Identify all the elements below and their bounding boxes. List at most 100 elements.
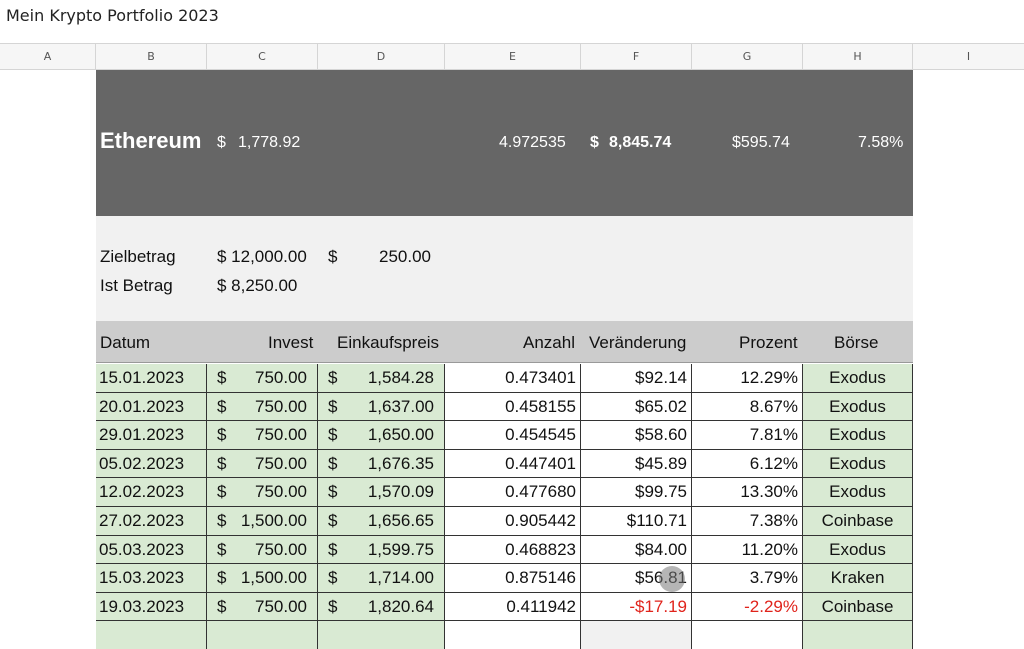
column-header-e[interactable]: E: [445, 44, 581, 70]
exchange-cell[interactable]: Kraken: [803, 564, 913, 592]
invest-cell[interactable]: $750.00: [207, 364, 318, 392]
percent-cell[interactable]: 8.67%: [692, 392, 803, 421]
date-cell[interactable]: 15.01.2023: [96, 364, 207, 392]
table-row: [96, 621, 913, 649]
quantity-cell[interactable]: 0.458155: [445, 392, 581, 421]
invest-cell[interactable]: $750.00: [207, 592, 318, 621]
currency-symbol: $: [217, 596, 227, 616]
column-header-a[interactable]: A: [0, 44, 96, 70]
buy-price-cell[interactable]: $1,714.00: [318, 564, 445, 592]
date-cell[interactable]: 27.02.2023: [96, 506, 207, 535]
goal-section[interactable]: Zielbetrag $ 12,000.00 $ 250.00 Ist Betr…: [96, 216, 913, 321]
buy-price-cell[interactable]: $1,599.75: [318, 535, 445, 564]
exchange-cell[interactable]: Exodus: [803, 421, 913, 449]
column-header-c[interactable]: C: [207, 44, 318, 70]
exchange-cell[interactable]: [803, 621, 913, 649]
total-gain: $595.74: [732, 134, 790, 151]
coin-name: Ethereum: [100, 128, 202, 153]
invest-cell[interactable]: [207, 621, 318, 649]
date-cell[interactable]: 05.02.2023: [96, 449, 207, 478]
quantity-cell[interactable]: 0.875146: [445, 564, 581, 592]
date-cell[interactable]: [96, 621, 207, 649]
coin-summary-banner[interactable]: Ethereum $ 1,778.92 4.972535 $ 8,845.74 …: [96, 70, 913, 216]
change-cell[interactable]: $65.02: [581, 392, 692, 421]
percent-cell[interactable]: 7.81%: [692, 421, 803, 449]
invest-cell[interactable]: $750.00: [207, 478, 318, 506]
change-cell[interactable]: $110.71: [581, 506, 692, 535]
change-cell[interactable]: $92.14: [581, 364, 692, 392]
exchange-cell[interactable]: Exodus: [803, 364, 913, 392]
invest-cell[interactable]: $750.00: [207, 535, 318, 564]
percent-cell[interactable]: 7.38%: [692, 506, 803, 535]
change-cell[interactable]: -$17.19: [581, 592, 692, 621]
column-header-b[interactable]: B: [96, 44, 207, 70]
quantity-cell[interactable]: 0.447401: [445, 449, 581, 478]
percent-cell[interactable]: 13.30%: [692, 478, 803, 506]
date-cell[interactable]: 05.03.2023: [96, 535, 207, 564]
percent-cell[interactable]: [692, 621, 803, 649]
date-cell[interactable]: 29.01.2023: [96, 421, 207, 449]
quantity-cell[interactable]: 0.468823: [445, 535, 581, 564]
table-row: 05.03.2023 $750.00 $1,599.75 0.468823 $84.00…: [96, 535, 913, 565]
exchange-cell[interactable]: Exodus: [803, 535, 913, 564]
percent-cell[interactable]: -2.29%: [692, 592, 803, 621]
exchange-cell[interactable]: Exodus: [803, 478, 913, 506]
exchange-cell[interactable]: Exodus: [803, 392, 913, 421]
column-header-d[interactable]: D: [318, 44, 445, 70]
quantity-cell[interactable]: 0.473401: [445, 364, 581, 392]
currency-symbol: $: [328, 453, 338, 473]
percent-cell[interactable]: 3.79%: [692, 564, 803, 592]
quantity-cell[interactable]: 0.454545: [445, 421, 581, 449]
quantity-cell[interactable]: 0.905442: [445, 506, 581, 535]
exchange-cell[interactable]: Coinbase: [803, 506, 913, 535]
quantity-cell[interactable]: 0.411942: [445, 592, 581, 621]
date-cell[interactable]: 12.02.2023: [96, 478, 207, 506]
buy-price-cell[interactable]: $1,820.64: [318, 592, 445, 621]
date-cell[interactable]: 15.03.2023: [96, 564, 207, 592]
currency-symbol: $: [328, 539, 338, 559]
quantity-cell[interactable]: 0.477680: [445, 478, 581, 506]
table-row: 27.02.2023 $1,500.00 $1,656.65 0.905442 $110…: [96, 506, 913, 536]
date-cell[interactable]: 20.01.2023: [96, 392, 207, 421]
change-cell[interactable]: [581, 621, 692, 649]
invest-cell[interactable]: $750.00: [207, 449, 318, 478]
change-cell[interactable]: $99.75: [581, 478, 692, 506]
target-label: Zielbetrag: [100, 247, 176, 266]
actual-label: Ist Betrag: [100, 276, 173, 295]
invest-cell[interactable]: $1,500.00: [207, 506, 318, 535]
invest-cell[interactable]: $750.00: [207, 392, 318, 421]
monthly-currency: $: [328, 247, 338, 266]
change-cell[interactable]: $58.60: [581, 421, 692, 449]
percent-cell[interactable]: 11.20%: [692, 535, 803, 564]
currency-symbol: $: [328, 596, 338, 616]
column-header-f[interactable]: F: [581, 44, 692, 70]
exchange-cell[interactable]: Coinbase: [803, 592, 913, 621]
header-percent: Prozent: [739, 333, 798, 352]
invest-cell[interactable]: $1,500.00: [207, 564, 318, 592]
header-buy-price: Einkaufspreis: [337, 333, 440, 352]
table-header-row: Datum Invest Einkaufspreis Anzahl Veränd…: [96, 321, 913, 363]
column-header-g[interactable]: G: [692, 44, 803, 70]
buy-price-cell[interactable]: $1,676.35: [318, 449, 445, 478]
date-cell[interactable]: 19.03.2023: [96, 592, 207, 621]
buy-price-cell[interactable]: $1,584.28: [318, 364, 445, 392]
exchange-cell[interactable]: Exodus: [803, 449, 913, 478]
buy-price-cell[interactable]: $1,650.00: [318, 421, 445, 449]
percent-cell[interactable]: 12.29%: [692, 364, 803, 392]
percent-cell[interactable]: 6.12%: [692, 449, 803, 478]
change-cell[interactable]: $45.89: [581, 449, 692, 478]
header-change: Veränderung: [589, 333, 687, 352]
purchase-table: 15.01.2023 $750.00 $1,584.28 0.473401 $92.14…: [96, 364, 913, 649]
column-header-h[interactable]: H: [803, 44, 913, 70]
invest-cell[interactable]: $750.00: [207, 421, 318, 449]
currency-symbol: $: [328, 510, 338, 530]
header-exchange: Börse: [834, 333, 879, 352]
buy-price-cell[interactable]: $1,570.09: [318, 478, 445, 506]
quantity-cell[interactable]: [445, 621, 581, 649]
buy-price-cell[interactable]: [318, 621, 445, 649]
table-row: 20.01.2023 $750.00 $1,637.00 0.458155 $65.02…: [96, 392, 913, 422]
buy-price-cell[interactable]: $1,637.00: [318, 392, 445, 421]
buy-price-cell[interactable]: $1,656.65: [318, 506, 445, 535]
column-header-i[interactable]: I: [913, 44, 1024, 70]
change-cell[interactable]: $84.00: [581, 535, 692, 564]
